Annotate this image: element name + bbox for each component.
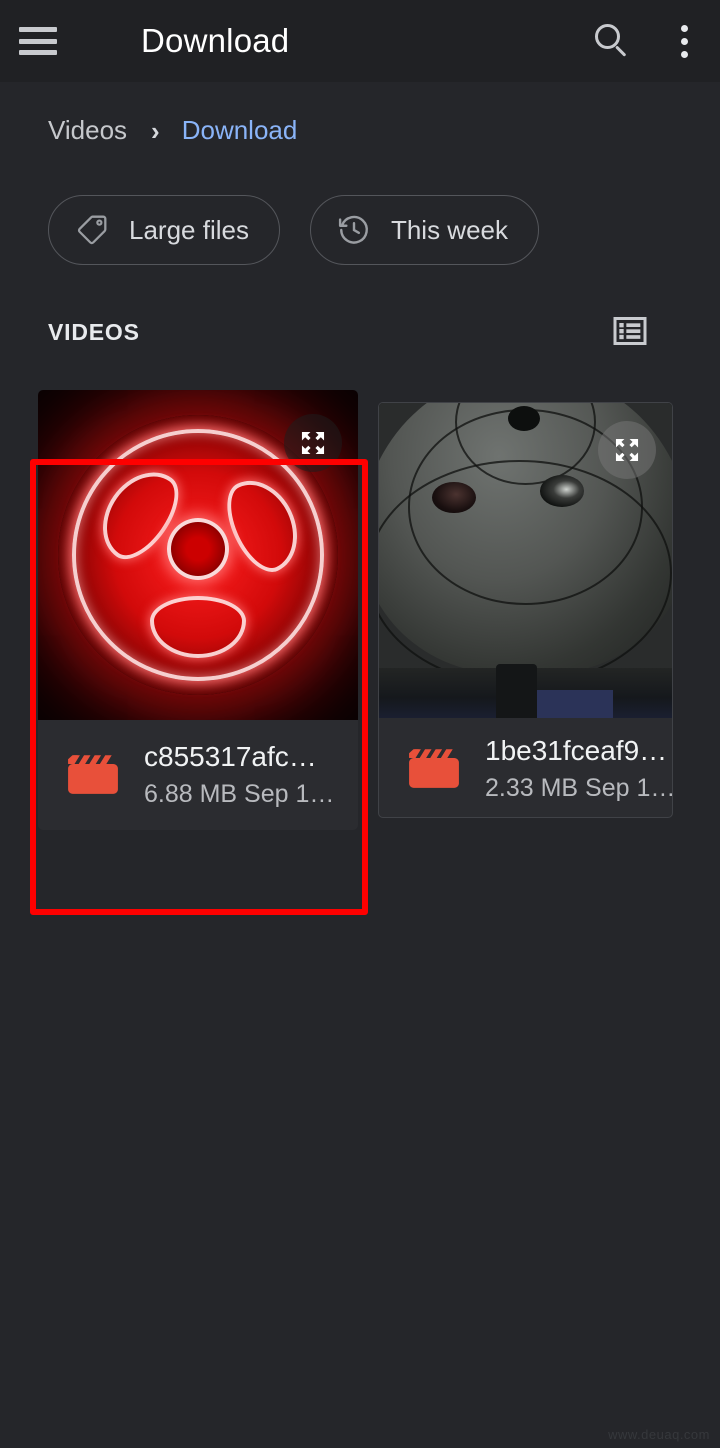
more-vertical-icon bbox=[680, 24, 688, 58]
chip-this-week[interactable]: This week bbox=[309, 195, 540, 265]
video-meta-2: 1be31fceaf9… 2.33 MB Sep 1… bbox=[379, 718, 672, 817]
breadcrumb: Videos › Download bbox=[48, 115, 297, 146]
page-title: Download bbox=[141, 22, 290, 59]
expand-button-1[interactable] bbox=[284, 414, 342, 472]
video-meta-text-1: c855317afc… 6.88 MB Sep 1… bbox=[144, 739, 334, 811]
tag-icon bbox=[77, 215, 107, 245]
video-card-2[interactable]: 1be31fceaf9… 2.33 MB Sep 1… bbox=[378, 402, 673, 818]
file-name-2: 1be31fceaf9… bbox=[485, 734, 668, 766]
search-button[interactable] bbox=[576, 0, 648, 82]
chip-this-week-label: This week bbox=[390, 214, 509, 245]
video-meta-1: c855317afc… 6.88 MB Sep 1… bbox=[38, 720, 358, 830]
video-thumbnail-1[interactable] bbox=[38, 390, 358, 720]
breadcrumb-item-videos[interactable]: Videos bbox=[48, 115, 127, 146]
video-card-1[interactable]: c855317afc… 6.88 MB Sep 1… bbox=[38, 390, 358, 830]
movie-clapper-icon bbox=[68, 755, 118, 794]
video-meta-text-2: 1be31fceaf9… 2.33 MB Sep 1… bbox=[485, 733, 672, 805]
expand-fullscreen-icon bbox=[301, 431, 325, 455]
file-name-1: c855317afc… bbox=[144, 741, 317, 773]
section-title: VIDEOS bbox=[48, 319, 140, 345]
view-toggle-button[interactable] bbox=[610, 311, 650, 351]
chip-large-files-label: Large files bbox=[129, 214, 249, 245]
expand-fullscreen-icon bbox=[615, 438, 639, 462]
overflow-menu-button[interactable] bbox=[648, 0, 720, 82]
movie-clapper-icon bbox=[409, 748, 459, 788]
section-header-videos: VIDEOS bbox=[0, 317, 720, 371]
video-thumbnail-2[interactable] bbox=[379, 403, 672, 718]
search-icon bbox=[595, 24, 629, 58]
app-bar-actions bbox=[576, 0, 720, 82]
breadcrumb-item-download[interactable]: Download bbox=[182, 115, 298, 146]
chip-large-files[interactable]: Large files bbox=[48, 195, 280, 265]
history-icon bbox=[338, 215, 368, 244]
hamburger-menu-button[interactable] bbox=[0, 0, 76, 82]
list-view-icon bbox=[613, 317, 647, 345]
app-bar: Download bbox=[0, 0, 720, 82]
file-subtitle-1: 6.88 MB Sep 1… bbox=[144, 780, 335, 809]
chevron-right-icon: › bbox=[151, 115, 160, 146]
hamburger-menu-icon bbox=[19, 27, 57, 55]
expand-button-2[interactable] bbox=[598, 421, 656, 479]
content-area: Videos › Download Large files This week … bbox=[0, 82, 720, 1448]
filter-chips: Large files This week bbox=[48, 195, 540, 265]
file-subtitle-2: 2.33 MB Sep 1… bbox=[485, 773, 672, 802]
watermark: www.deuaq.com bbox=[608, 1427, 710, 1442]
